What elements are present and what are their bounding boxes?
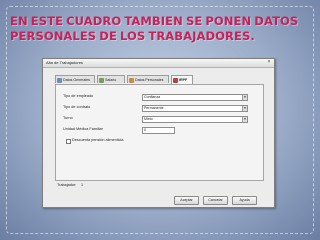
person-icon: [129, 77, 134, 83]
chevron-down-icon[interactable]: ▼: [242, 106, 247, 111]
window-title: Alta de Trabajadores: [46, 60, 83, 65]
select-value: Confianza: [144, 95, 161, 99]
chevron-down-icon[interactable]: ▼: [242, 95, 247, 100]
select-value: Mixto: [144, 117, 153, 121]
trabajador-label: Trabajador:: [57, 183, 77, 187]
tab-label: Datos Personales: [135, 78, 164, 82]
tab-panel-irpf: Tipo de empleado Confianza ▼ Tipo de con…: [55, 84, 264, 181]
tab-irpf[interactable]: IRPF: [171, 75, 193, 84]
turno-label: Turno: [63, 116, 73, 120]
tab-label: Salario: [105, 78, 117, 82]
tab-salario[interactable]: Salario: [97, 75, 125, 83]
tab-label: IRPF: [179, 78, 188, 82]
tipo-empleado-label: Tipo de empleado: [63, 94, 94, 98]
close-icon[interactable]: ×: [266, 60, 272, 65]
accept-button[interactable]: Aceptar: [174, 196, 199, 205]
dialog-window: Alta de Trabajadores × Datos Generales S…: [42, 58, 275, 208]
tipo-contrato-label: Tipo de contrato: [63, 105, 91, 109]
slide-background: EN ESTE CUADRO TAMBIEN SE PONEN DATOS PE…: [0, 0, 320, 240]
tab-datos-personales[interactable]: Datos Personales: [127, 75, 169, 83]
help-button[interactable]: Ayuda: [232, 196, 257, 205]
unidad-familiar-label: Unidad Médica Familiar: [63, 127, 103, 131]
chevron-down-icon[interactable]: ▼: [242, 117, 247, 122]
turno-select[interactable]: Mixto ▼: [142, 116, 248, 123]
heading-line-2: PERSONALES DE LOS TRABAJADORES.: [10, 29, 255, 43]
id-card-icon: [57, 77, 62, 83]
money-icon: [99, 77, 104, 83]
cancel-button[interactable]: Cancelar: [203, 196, 228, 205]
unidad-familiar-input[interactable]: 0: [142, 127, 175, 134]
pension-checkbox[interactable]: [66, 139, 71, 144]
slide-heading: EN ESTE CUADRO TAMBIEN SE PONEN DATOS PE…: [10, 14, 310, 44]
select-value: Permanente: [144, 106, 164, 110]
tax-icon: [173, 77, 178, 83]
pension-label: Descuenta pensión alimenticia: [72, 138, 124, 142]
tipo-empleado-select[interactable]: Confianza ▼: [142, 94, 248, 101]
heading-line-1: EN ESTE CUADRO TAMBIEN SE PONEN DATOS: [10, 14, 299, 28]
tab-datos-generales[interactable]: Datos Generales: [55, 75, 95, 83]
tab-label: Datos Generales: [63, 78, 90, 82]
title-bar[interactable]: Alta de Trabajadores ×: [43, 59, 274, 68]
trabajador-value: 1: [81, 183, 84, 187]
tipo-contrato-select[interactable]: Permanente ▼: [142, 105, 248, 112]
